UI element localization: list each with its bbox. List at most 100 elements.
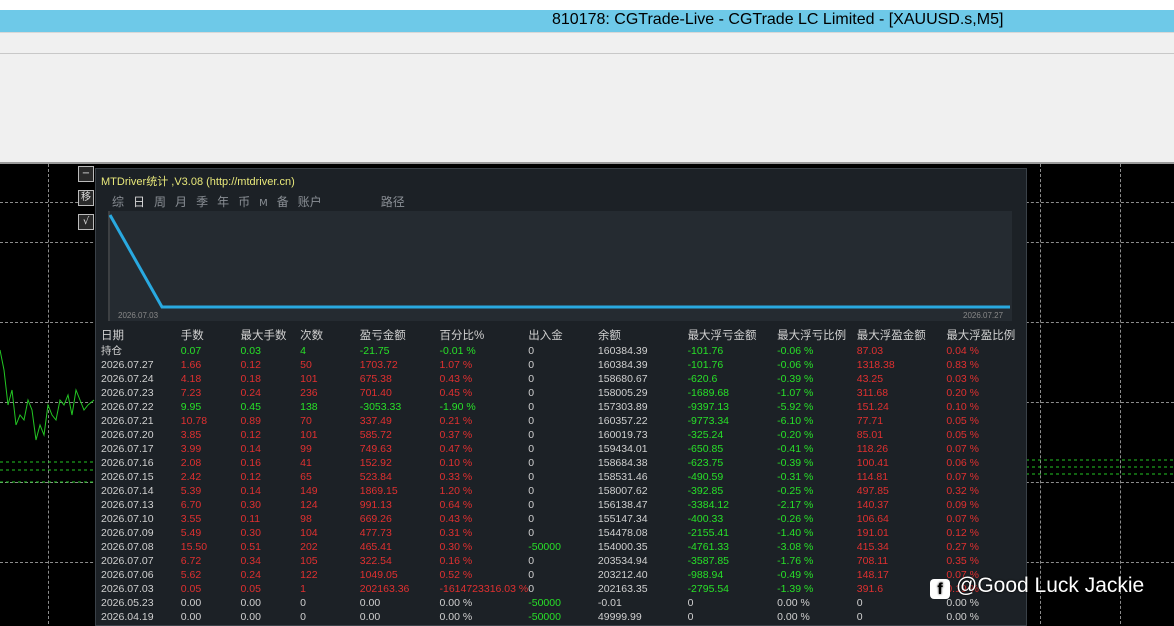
column-header[interactable]: 最大浮亏金额 (688, 327, 778, 343)
table-cell: 0.07 (180, 344, 202, 357)
table-cell: 1318.38 (856, 359, 895, 371)
table-cell: 585.72 (359, 429, 392, 441)
table-row[interactable]: 2026.07.27 1.66 0.12 50 1703.72 1.07 % 0 160384… (101, 358, 1026, 372)
table-cell: 0.00 (240, 597, 261, 609)
table-row[interactable]: 持仓 0.07 0.03 4 -21.75 -0.01 % 0 160384.39 -101.7… (101, 343, 1026, 358)
tab-1[interactable]: 日 (133, 195, 145, 209)
column-header[interactable]: 日期 (101, 327, 181, 343)
table-cell: 0.83 % (946, 359, 980, 371)
table-cell: 0.05 (180, 583, 202, 595)
table-cell: 43.25 (856, 373, 884, 385)
tab-4[interactable]: 季 (196, 195, 208, 209)
table-row[interactable]: 2026.07.09 5.49 0.30 104 477.73 0.31 % 0 154478… (101, 526, 1026, 540)
table-cell: 0.16 % (439, 555, 473, 567)
table-cell: 2026.07.09 (101, 527, 154, 539)
table-cell: 202163.36 (359, 583, 410, 595)
table-cell: -0.26 % (777, 513, 814, 525)
table-cell: 0 (528, 344, 535, 357)
table-row[interactable]: 2026.07.21 10.78 0.89 70 337.49 0.21 % 0 160357… (101, 414, 1026, 428)
minimize-button[interactable]: − (78, 166, 94, 182)
table-cell: 2026.04.19 (101, 611, 154, 623)
table-cell: -21.75 (359, 344, 390, 357)
tab-8[interactable]: 备 (277, 195, 289, 209)
table-cell: 49999.99 (597, 611, 642, 623)
table-cell: 0 (528, 499, 535, 511)
table-row[interactable]: 2026.07.06 5.62 0.24 122 1049.05 0.52 % 0 20321… (101, 568, 1026, 582)
table-cell: 0 (300, 597, 306, 609)
tab-7[interactable]: M (259, 198, 268, 209)
table-row[interactable]: 2026.07.03 0.05 0.05 1 202163.36 -1614723316.… (101, 582, 1026, 596)
window-titlebar[interactable]: 810178: CGTrade-Live - CGTrade LC Limite… (0, 10, 1174, 32)
table-row[interactable]: 2026.07.15 2.42 0.12 65 523.84 0.33 % 0 158531.… (101, 470, 1026, 484)
column-header[interactable]: 最大浮亏比例 (777, 327, 857, 343)
table-cell: 0.21 % (439, 415, 473, 427)
table-row[interactable]: 2026.05.23 0.00 0.00 0 0.00 0.00 % -50000 -0.01… (101, 596, 1026, 610)
table-row[interactable]: 2026.07.16 2.08 0.16 41 152.92 0.10 % 0 158684.… (101, 456, 1026, 470)
table-cell: 0.11 (240, 513, 261, 525)
column-header[interactable]: 最大浮盈比例 (946, 327, 1026, 343)
tab-3[interactable]: 月 (175, 195, 187, 209)
table-cell: 0.00 (359, 597, 381, 609)
column-header[interactable]: 最大浮盈金额 (857, 327, 947, 343)
table-row[interactable]: 2026.07.23 7.23 0.24 236 701.40 0.45 % 0 158005… (101, 386, 1026, 400)
table-cell: 0.03 % (946, 373, 980, 385)
column-header[interactable]: 最大手数 (240, 327, 300, 343)
table-cell: 0.45 (240, 401, 261, 413)
move-button[interactable]: 移 (78, 190, 94, 206)
stats-panel: MTDriver统计 ,V3.08 (http://mtdriver.cn) 综… (95, 168, 1027, 626)
column-header[interactable]: 出入金 (528, 327, 598, 343)
tab-5[interactable]: 年 (217, 195, 229, 209)
table-cell: 0 (687, 597, 694, 609)
table-cell: -0.06 % (777, 359, 814, 371)
table-cell: 106.64 (856, 513, 889, 525)
table-cell: 0.52 % (439, 569, 473, 581)
table-cell: 203534.94 (597, 555, 648, 567)
table-cell: 0.04 % (946, 344, 980, 357)
table-cell: -0.06 % (777, 344, 814, 357)
tab-6[interactable]: 币 (238, 195, 250, 209)
table-row[interactable]: 2026.07.14 5.39 0.14 149 1869.15 1.20 % 0 15800… (101, 484, 1026, 498)
table-cell: 10.78 (180, 415, 208, 427)
table-cell: -1.76 % (777, 555, 814, 567)
table-cell: 0.14 (240, 485, 261, 497)
table-cell: 157303.89 (597, 401, 648, 413)
table-row[interactable]: 2026.07.22 9.95 0.45 138 -3053.33 -1.90 % 0 157… (101, 400, 1026, 414)
table-cell: -50000 (528, 597, 561, 609)
column-header[interactable]: 手数 (181, 327, 241, 343)
table-cell: -650.85 (687, 443, 724, 455)
table-cell: 138 (300, 401, 318, 413)
table-row[interactable]: 2026.07.24 4.18 0.18 101 675.38 0.43 % 0 158680… (101, 372, 1026, 386)
watermark-text: @Good Luck Jackie (956, 574, 1145, 597)
column-header[interactable]: 盈亏金额 (360, 327, 440, 343)
tab-10[interactable]: 路径 (381, 195, 405, 209)
table-row[interactable]: 2026.04.19 0.00 0.00 0 0.00 0.00 % -50000 49999… (101, 610, 1026, 624)
table-row[interactable]: 2026.07.08 15.50 0.51 202 465.41 0.30 % -50000… (101, 540, 1026, 554)
table-cell: -6.10 % (777, 415, 814, 427)
column-header[interactable]: 余额 (598, 327, 688, 343)
table-cell: 0.47 % (439, 443, 473, 455)
table-row[interactable]: 2026.07.20 3.85 0.12 101 585.72 0.37 % 0 160019… (101, 428, 1026, 442)
tab-2[interactable]: 周 (154, 195, 166, 209)
table-cell: 0.00 % (946, 611, 980, 623)
table-cell: 160384.39 (597, 344, 648, 357)
table-cell: 6.70 (180, 499, 202, 511)
table-cell: 2026.07.15 (101, 471, 154, 483)
check-button[interactable]: √ (78, 214, 94, 230)
table-row[interactable]: 2026.07.13 6.70 0.30 124 991.13 0.64 % 0 156138… (101, 498, 1026, 512)
column-header[interactable]: 次数 (300, 327, 360, 343)
table-cell: 101 (300, 373, 318, 385)
tab-9[interactable]: 账户 (298, 195, 322, 209)
table-cell: 191.01 (856, 527, 889, 539)
table-row[interactable]: 2026.07.17 3.99 0.14 99 749.63 0.47 % 0 159434.… (101, 442, 1026, 456)
table-row[interactable]: 2026.07.07 6.72 0.34 105 322.54 0.16 % 0 203534… (101, 554, 1026, 568)
table-cell: 9.95 (180, 401, 202, 413)
tab-0[interactable]: 综 (112, 195, 124, 209)
column-header[interactable]: 百分比% (439, 327, 528, 343)
table-cell: 0.00 % (777, 597, 810, 609)
table-row[interactable]: 2026.07.10 3.55 0.11 98 669.26 0.43 % 0 155147.… (101, 512, 1026, 526)
table-cell: 1703.72 (359, 359, 398, 371)
table-cell: 0.27 % (946, 541, 980, 553)
table-cell: -400.33 (687, 513, 724, 525)
table-cell: -0.31 % (777, 471, 814, 483)
table-cell: 0.00 % (777, 611, 810, 623)
